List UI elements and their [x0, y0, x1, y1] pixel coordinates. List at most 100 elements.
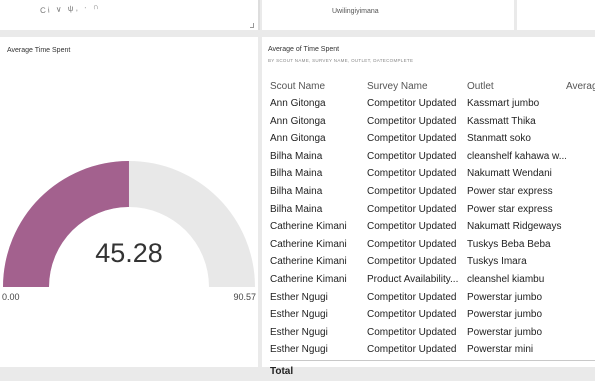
cell-outlet: Stanmatt soko: [467, 133, 531, 145]
gauge-visual[interactable]: Average Time Spent 45.28 0.00 90.57: [0, 37, 258, 367]
cell-survey-name: Competitor Updated: [367, 238, 457, 250]
cell-outlet: Powerstar jumbo: [467, 309, 543, 321]
table-row[interactable]: Bilha Maina Competitor Updated Power star …: [270, 201, 595, 219]
data-table: Scout Name Survey Name Outlet Averag Ann…: [270, 79, 595, 381]
cell-average: [566, 306, 595, 324]
cell-average: [566, 218, 595, 236]
resize-corner-icon: [250, 23, 254, 28]
table-row[interactable]: Catherine Kimani Competitor Updated Tuskys…: [270, 236, 595, 254]
cell-survey-name: Competitor Updated: [367, 221, 457, 233]
gauge-fill: [3, 161, 129, 287]
cell-survey-name: Product Availability...: [367, 273, 459, 285]
cell-average: [566, 130, 595, 148]
cell-survey-name: Competitor Updated: [367, 203, 457, 215]
column-header-average[interactable]: Averag: [566, 79, 595, 95]
cell-outlet: Nakumatt Ridgeways: [467, 221, 562, 233]
table-row[interactable]: Esther Ngugi Competitor Updated Powerstar…: [270, 324, 595, 342]
cell-average: [566, 113, 595, 131]
gauge-chart: 45.28 0.00 90.57: [2, 161, 256, 302]
top-mid-visual-text: Uwilingiyimana: [332, 8, 379, 15]
cell-scout-name: Catherine Kimani: [270, 256, 347, 268]
cell-outlet: Powerstar jumbo: [467, 326, 543, 338]
table-row[interactable]: Catherine Kimani Product Availability... c…: [270, 271, 595, 289]
cell-survey-name: Competitor Updated: [367, 291, 457, 303]
column-header-scout-name[interactable]: Scout Name: [270, 79, 367, 95]
table-row[interactable]: Catherine Kimani Competitor Updated Tuskys…: [270, 253, 595, 271]
cell-scout-name: Esther Ngugi: [270, 344, 328, 356]
table-row[interactable]: Catherine Kimani Competitor Updated Nakuma…: [270, 218, 595, 236]
cell-scout-name: Esther Ngugi: [270, 309, 328, 321]
cell-scout-name: Ann Gitonga: [270, 98, 326, 109]
cell-average: [566, 341, 595, 359]
cell-survey-name: Competitor Updated: [367, 185, 457, 197]
cell-scout-name: Bilha Maina: [270, 203, 323, 215]
gauge-min-label: 0.00: [2, 292, 20, 302]
cell-survey-name: Competitor Updated: [367, 256, 457, 268]
table-subtitle: BY SCOUT NAME, SURVEY NAME, OUTLET, DATE…: [268, 58, 414, 63]
table-row[interactable]: Bilha Maina Competitor Updated Nakumatt We…: [270, 165, 595, 183]
cell-average: [566, 236, 595, 254]
total-label: Total: [270, 365, 294, 377]
cell-survey-name: Competitor Updated: [367, 326, 457, 338]
table-row[interactable]: Ann Gitonga Competitor Updated Kassmart ju…: [270, 95, 595, 113]
cell-average: [566, 165, 595, 183]
cell-scout-name: Bilha Maina: [270, 168, 323, 180]
cell-scout-name: Catherine Kimani: [270, 221, 347, 233]
cell-survey-name: Competitor Updated: [367, 98, 457, 109]
cell-survey-name: Competitor Updated: [367, 133, 457, 145]
cell-outlet: Tuskys Beba Beba: [467, 238, 551, 250]
table-row[interactable]: Esther Ngugi Competitor Updated Powerstar…: [270, 289, 595, 307]
cell-outlet: Tuskys Imara: [467, 256, 527, 268]
cell-scout-name: Catherine Kimani: [270, 273, 347, 285]
cell-scout-name: Bilha Maina: [270, 150, 323, 162]
cell-outlet: Powerstar jumbo: [467, 291, 543, 303]
cell-outlet: Powerstar mini: [467, 344, 534, 356]
table-header-row: Scout Name Survey Name Outlet Averag: [270, 79, 595, 95]
cell-survey-name: Competitor Updated: [367, 150, 457, 162]
top-mid-visual: Uwilingiyimana: [262, 0, 514, 30]
cell-scout-name: Catherine Kimani: [270, 238, 347, 250]
cell-scout-name: Ann Gitonga: [270, 133, 326, 145]
cell-outlet: Nakumatt Wendani: [467, 168, 552, 180]
cell-scout-name: Ann Gitonga: [270, 115, 326, 127]
cell-outlet: Power star express: [467, 185, 553, 197]
table-row[interactable]: Esther Ngugi Competitor Updated Powerstar…: [270, 341, 595, 359]
column-header-survey-name[interactable]: Survey Name: [367, 79, 467, 95]
table-title: Average of Time Spent: [268, 46, 340, 53]
table-visual[interactable]: Average of Time Spent BY SCOUT NAME, SUR…: [262, 37, 595, 377]
cell-average: [566, 148, 595, 166]
cell-survey-name: Competitor Updated: [367, 344, 457, 356]
cell-survey-name: Competitor Updated: [367, 168, 457, 180]
cell-average: [566, 324, 595, 342]
cell-average: [566, 95, 595, 113]
gauge-max-label: 90.57: [233, 292, 256, 302]
cell-average: [566, 201, 595, 219]
cell-outlet: Kassmart jumbo: [467, 98, 540, 109]
cell-survey-name: Competitor Updated: [367, 115, 457, 127]
table-row[interactable]: Bilha Maina Competitor Updated Power star …: [270, 183, 595, 201]
cell-average: [566, 253, 595, 271]
table-body: Ann Gitonga Competitor Updated Kassmart ju…: [270, 95, 595, 359]
cell-scout-name: Esther Ngugi: [270, 326, 328, 338]
cell-survey-name: Competitor Updated: [367, 309, 457, 321]
top-left-visual: Ci ∨ ψ, · ∩: [0, 0, 260, 30]
top-left-visual-text: Ci ∨ ψ, · ∩: [39, 1, 101, 16]
cell-outlet: cleanshel kiambu: [467, 273, 545, 285]
table-row[interactable]: Ann Gitonga Competitor Updated Stanmatt so…: [270, 130, 595, 148]
table-total-row: Total: [270, 363, 595, 381]
cell-average: [566, 289, 595, 307]
cell-scout-name: Bilha Maina: [270, 185, 323, 197]
total-divider: [270, 359, 595, 361]
gauge-value-label: 45.28: [95, 238, 163, 268]
cell-outlet: Power star express: [467, 203, 553, 215]
cell-outlet: cleanshelf kahawa w...: [467, 150, 566, 162]
table-row[interactable]: Ann Gitonga Competitor Updated Kassmatt Th…: [270, 113, 595, 131]
table-row[interactable]: Esther Ngugi Competitor Updated Powerstar…: [270, 306, 595, 324]
top-right-visual: [517, 0, 595, 30]
table-row[interactable]: Bilha Maina Competitor Updated cleanshelf …: [270, 148, 595, 166]
cell-outlet: Kassmatt Thika: [467, 115, 536, 127]
cell-average: [566, 271, 595, 289]
column-header-outlet[interactable]: Outlet: [467, 79, 566, 95]
cell-average: [566, 183, 595, 201]
cell-scout-name: Esther Ngugi: [270, 291, 328, 303]
